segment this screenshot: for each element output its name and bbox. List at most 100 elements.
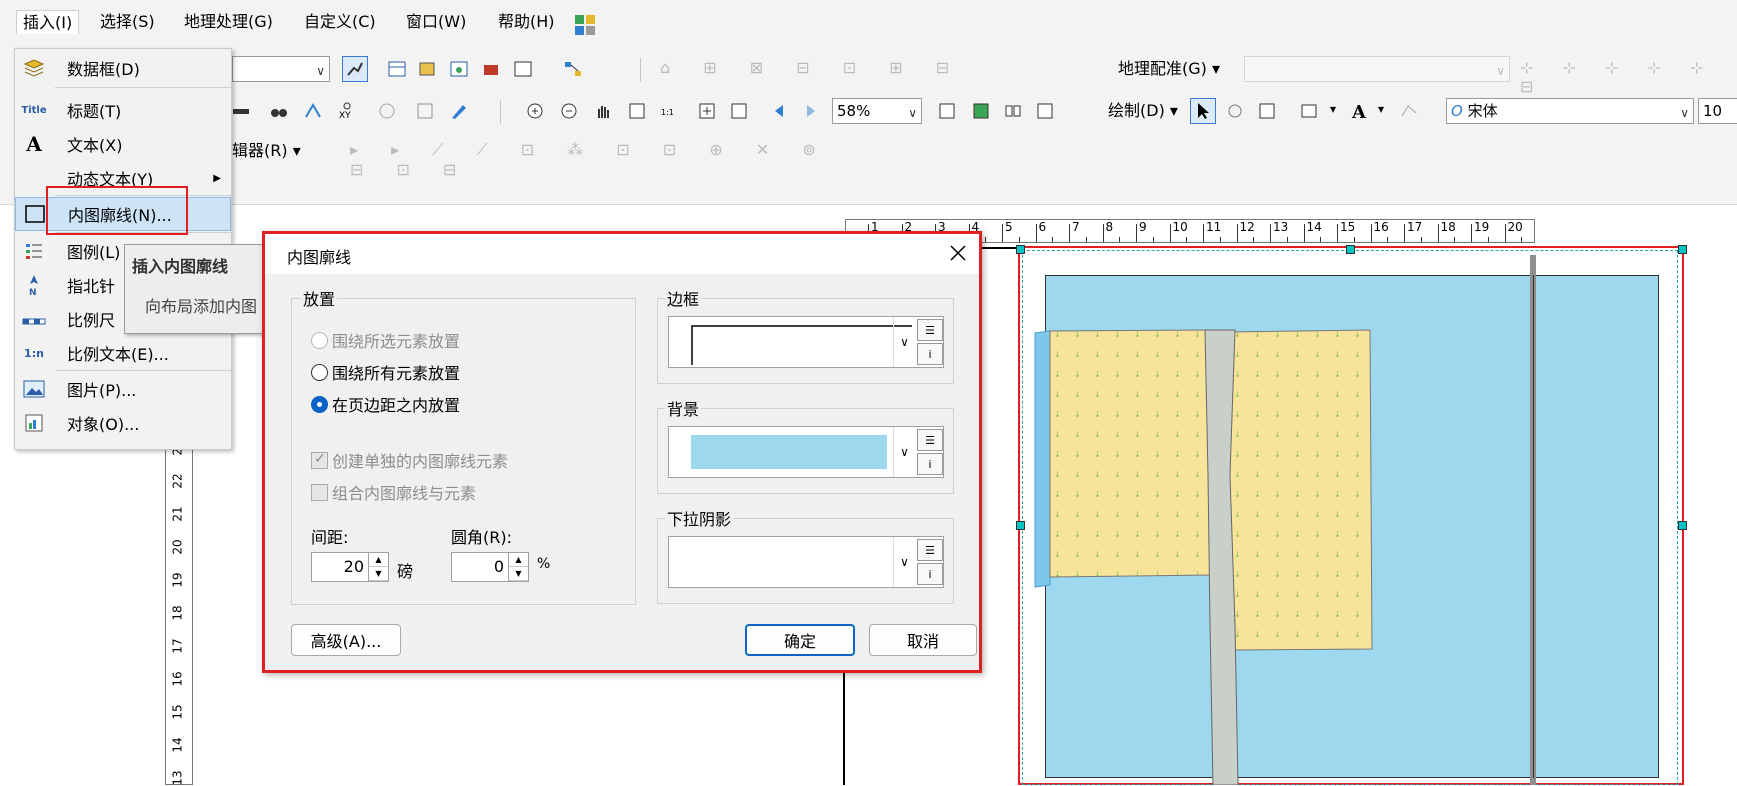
gap-spinner[interactable]: 20 ▲ ▼ <box>311 552 389 582</box>
zoom-out-page-icon[interactable] <box>556 98 582 124</box>
background-info-icon[interactable]: i <box>917 453 943 475</box>
select-elements-icon[interactable] <box>1190 98 1216 124</box>
background-dropdown-icon[interactable]: ∨ <box>893 427 915 477</box>
menu-item-text[interactable]: A 文本(X) <box>15 127 231 161</box>
model-builder-icon[interactable] <box>560 56 586 82</box>
check-group-neatline[interactable]: 组合内图廓线与元素 <box>311 480 476 504</box>
ruler-minor-tick <box>1353 237 1355 242</box>
ruler-number: 13 <box>1273 220 1289 234</box>
border-properties-icon[interactable]: ☰ <box>917 319 943 341</box>
zoom-100-icon[interactable]: 1:1 <box>656 98 682 124</box>
fixed-zoom-in-icon[interactable] <box>694 98 720 124</box>
data-driven-pages-icon[interactable] <box>1032 98 1058 124</box>
spin-down-icon[interactable]: ▼ <box>369 567 388 581</box>
menu-item-data-frame[interactable]: 数据框(D) <box>15 51 231 85</box>
resize-handle-tm[interactable] <box>1346 245 1355 254</box>
back-extent-icon[interactable] <box>766 98 792 124</box>
search-window-icon[interactable] <box>446 56 472 82</box>
rectangle-dropdown-icon[interactable]: ▾ <box>1330 102 1336 116</box>
border-info-icon[interactable]: i <box>917 343 943 365</box>
editor-menu[interactable]: 辑器(R) ▾ <box>232 138 301 164</box>
menu-item-object[interactable]: 对象(O)... <box>15 406 231 440</box>
georeference-menu[interactable]: 地理配准(G) ▾ <box>1118 56 1220 82</box>
ruler-minor-tick <box>1253 237 1255 242</box>
forward-extent-icon[interactable] <box>798 98 824 124</box>
find-icon[interactable] <box>266 98 292 124</box>
background-properties-icon[interactable]: ☰ <box>917 429 943 451</box>
edit-vertices-icon[interactable] <box>342 56 368 82</box>
menu-window[interactable]: 窗口(W) <box>400 10 472 34</box>
spin-up-icon[interactable]: ▲ <box>509 553 528 567</box>
zoom-to-selected-icon[interactable] <box>1254 98 1280 124</box>
attribute-table-icon[interactable] <box>384 56 410 82</box>
text-dropdown-icon[interactable]: ▾ <box>1378 102 1384 116</box>
resize-handle-mr[interactable] <box>1678 521 1687 530</box>
menu-geoprocessing[interactable]: 地理处理(G) <box>178 10 279 34</box>
ok-button[interactable]: 确定 <box>745 624 855 656</box>
radio-within-margins[interactable]: 在页边距之内放置 <box>311 392 460 416</box>
layer-dropdown[interactable]: ∨ <box>232 56 330 82</box>
border-symbol-box[interactable]: ∨ ☰ i <box>668 316 944 368</box>
radio-around-selected[interactable]: 围绕所选元素放置 <box>311 328 460 352</box>
shadow-info-icon[interactable]: i <box>917 563 943 585</box>
background-symbol-box[interactable]: ∨ ☰ i <box>668 426 944 478</box>
advanced-button[interactable]: 高级(A)... <box>291 624 401 656</box>
resize-handle-ml[interactable] <box>1016 521 1025 530</box>
pan-page-icon[interactable] <box>590 98 616 124</box>
menu-select[interactable]: 选择(S) <box>94 10 161 34</box>
close-icon <box>950 244 966 261</box>
menu-customize[interactable]: 自定义(C) <box>298 10 382 34</box>
new-text-icon[interactable]: A <box>1346 98 1372 124</box>
zoom-percent-dropdown[interactable]: 58% ∨ <box>832 98 922 124</box>
zoom-whole-page-icon[interactable] <box>624 98 650 124</box>
toolbar-grid-icon[interactable] <box>574 14 596 36</box>
magnifier-icon[interactable] <box>412 98 438 124</box>
ruler-tick <box>1002 224 1003 242</box>
rotate-icon[interactable] <box>1222 98 1248 124</box>
go-to-xy-icon[interactable]: XY <box>334 98 360 124</box>
focus-data-frame-icon[interactable] <box>968 98 994 124</box>
spin-down-icon[interactable]: ▼ <box>509 567 528 581</box>
cancel-button[interactable]: 取消 <box>869 624 977 656</box>
fixed-zoom-out-icon[interactable] <box>726 98 752 124</box>
dialog-close-button[interactable] <box>943 241 969 267</box>
menu-item-picture[interactable]: 图片(P)... <box>15 372 231 406</box>
highlight-box-neatline-item <box>46 186 188 235</box>
change-layout-icon[interactable] <box>1000 98 1026 124</box>
python-window-icon[interactable] <box>510 56 536 82</box>
shadow-dropdown-icon[interactable]: ∨ <box>893 537 915 587</box>
font-name-dropdown[interactable]: O 宋体 ∨ <box>1446 98 1694 124</box>
shadow-properties-icon[interactable]: ☰ <box>917 539 943 561</box>
find-route-icon[interactable] <box>300 98 326 124</box>
rectangle-tool-icon[interactable] <box>1296 98 1322 124</box>
edit-vertices-draw-icon[interactable] <box>1396 98 1422 124</box>
draw-menu[interactable]: 绘制(D) ▾ <box>1108 98 1178 124</box>
georef-layer-dropdown[interactable]: ∨ <box>1244 56 1510 82</box>
drop-shadow-symbol-box[interactable]: ∨ ☰ i <box>668 536 944 588</box>
spin-up-icon[interactable]: ▲ <box>369 553 388 567</box>
resize-handle-tl[interactable] <box>1016 245 1025 254</box>
menu-item-title[interactable]: Title 标题(T) <box>15 93 231 127</box>
resize-handle-tr[interactable] <box>1678 245 1687 254</box>
menu-insert[interactable]: 插入(I) <box>16 10 80 34</box>
ruler-tick <box>1437 224 1439 242</box>
radio-around-all[interactable]: 围绕所有元素放置 <box>311 360 460 384</box>
border-dropdown-icon[interactable]: ∨ <box>893 317 915 367</box>
pen-icon[interactable] <box>446 98 472 124</box>
ruler-tick <box>1136 224 1137 242</box>
toggle-draft-icon[interactable] <box>934 98 960 124</box>
north-arrow-icon: N <box>15 268 53 302</box>
menu-item-scale-text[interactable]: 1:n 比例文本(E)... <box>15 336 231 370</box>
zoom-in-page-icon[interactable] <box>522 98 548 124</box>
ruler-minor-tick <box>1320 237 1322 242</box>
svg-text:1:1: 1:1 <box>661 108 674 117</box>
ruler-minor-tick <box>1387 237 1389 242</box>
arctoolbox-icon[interactable] <box>478 56 504 82</box>
check-separate-neatline[interactable]: 创建单独的内图廓线元素 <box>311 448 508 472</box>
menu-help[interactable]: 帮助(H) <box>492 10 561 34</box>
rounding-spinner[interactable]: 0 ▲ ▼ <box>451 552 529 582</box>
time-slider-icon[interactable] <box>374 98 400 124</box>
catalog-icon[interactable] <box>414 56 440 82</box>
font-size-dropdown[interactable]: 10 <box>1698 98 1737 124</box>
ruler-minor-tick <box>1085 237 1087 242</box>
